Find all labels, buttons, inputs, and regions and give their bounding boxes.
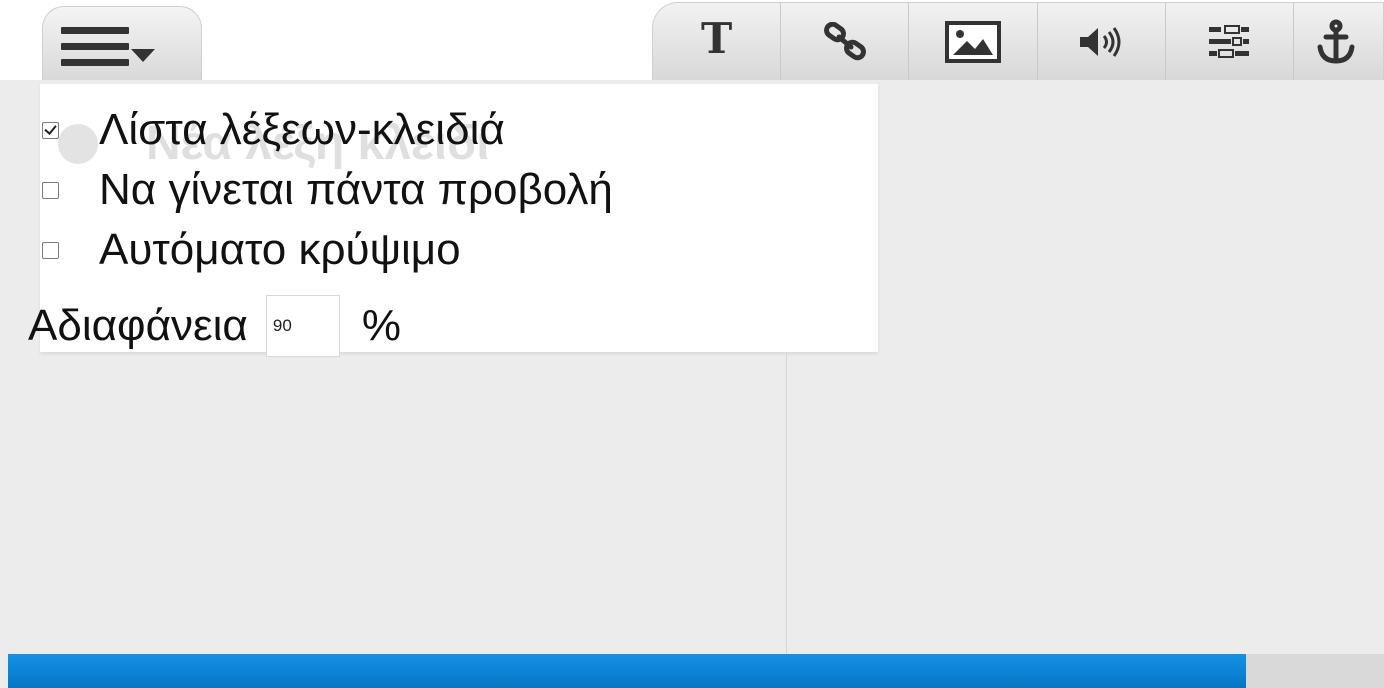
text-icon: T xyxy=(700,14,733,63)
option-always-show[interactable]: Να γίνεται πάντα προβολή xyxy=(42,160,613,220)
insert-text-button[interactable]: T xyxy=(653,3,782,80)
caret-down-icon xyxy=(131,49,155,62)
hamburger-menu-icon xyxy=(61,27,129,71)
list-settings-icon xyxy=(1209,24,1250,58)
option-auto-hide[interactable]: Αυτόματο κρύψιμο xyxy=(42,220,461,280)
anchor-icon xyxy=(1317,19,1355,64)
keyword-list-checkbox[interactable] xyxy=(42,121,59,139)
insert-link-button[interactable] xyxy=(781,3,910,80)
opacity-unit: % xyxy=(361,301,401,350)
option-label: Αυτόματο κρύψιμο xyxy=(99,225,461,274)
insert-audio-button[interactable] xyxy=(1038,3,1166,80)
app-window: T Νέα λέξη κλειδί Λίστα λέξεων-κλειδιά Ν… xyxy=(0,0,1384,688)
image-icon xyxy=(944,20,1001,63)
progress-fill xyxy=(8,654,1247,688)
option-label: Λίστα λέξεων-κλειδιά xyxy=(99,105,505,154)
option-keyword-list[interactable]: Λίστα λέξεων-κλειδιά xyxy=(42,100,505,160)
opacity-input[interactable] xyxy=(265,295,340,357)
insert-anchor-button[interactable] xyxy=(1294,3,1383,80)
progress-bar xyxy=(8,654,1384,688)
toolbar: T xyxy=(652,2,1384,80)
audio-icon xyxy=(1080,26,1121,57)
pane-divider[interactable] xyxy=(786,352,787,654)
opacity-row: Αδιαφάνεια % xyxy=(28,295,401,357)
insert-image-button[interactable] xyxy=(909,3,1038,80)
opacity-label: Αδιαφάνεια xyxy=(28,301,248,350)
link-icon xyxy=(823,21,866,60)
list-settings-button[interactable] xyxy=(1166,3,1294,80)
main-menu-button[interactable] xyxy=(42,6,202,80)
always-show-checkbox[interactable] xyxy=(42,181,59,199)
option-label: Να γίνεται πάντα προβολή xyxy=(99,165,613,214)
auto-hide-checkbox[interactable] xyxy=(42,241,59,259)
